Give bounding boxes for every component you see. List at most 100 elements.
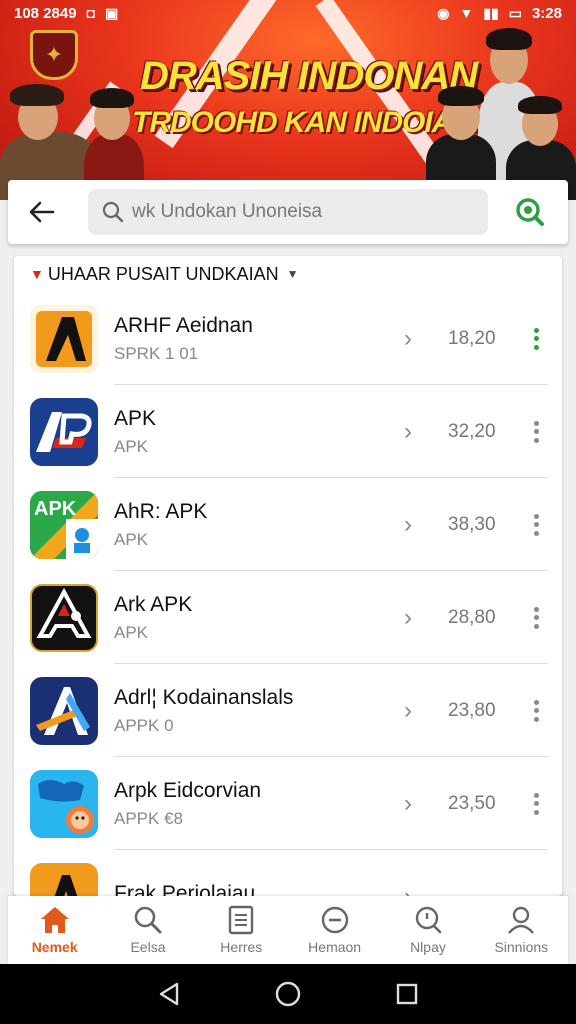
bottom-navigation: Nemek Eelsa Herres Hemaon Nlpay Sinnions xyxy=(8,896,568,964)
nav-profile[interactable]: Sinnions xyxy=(476,905,566,955)
more-options-button[interactable] xyxy=(526,324,546,354)
signal-icon: ▮▮ xyxy=(483,4,499,21)
home-circle-icon[interactable] xyxy=(274,980,302,1008)
app-title: ARHF Aeidnan xyxy=(114,313,253,337)
app-icon: APK xyxy=(30,490,98,559)
list-item[interactable]: Adrl¦ Kodainanslals APPK 0 › 23,80 xyxy=(14,664,562,757)
app-size: 32,20 xyxy=(448,420,496,442)
garuda-emblem: ✦ xyxy=(30,30,78,80)
cartoon-character-icon xyxy=(30,769,98,838)
status-bar: 108 2849 ◘ ▣ ◉ ▼ ▮▮ ▭ 3:28 xyxy=(0,0,576,26)
nav-label: Nemek xyxy=(31,939,78,955)
a-letter-icon xyxy=(30,304,98,373)
back-button[interactable] xyxy=(22,192,62,232)
app-list: ▼ UHAAR PUSAIT UNDKAIAN ▼ ARHF Aeidnan S… xyxy=(14,256,562,896)
svg-text:APK: APK xyxy=(34,498,77,520)
chevron-right-icon: › xyxy=(404,603,412,631)
nav-documents[interactable]: Herres xyxy=(196,905,286,955)
document-icon xyxy=(229,905,254,935)
arrow-left-icon xyxy=(29,201,55,223)
profile-icon xyxy=(508,906,535,934)
nav-label: Herres xyxy=(220,939,263,955)
magnifier-icon xyxy=(415,906,442,934)
chevron-down-icon: ▼ xyxy=(286,267,299,281)
message-icon: ▣ xyxy=(105,4,119,21)
alarm-icon: ◉ xyxy=(437,4,450,21)
app-subtitle: APPK €8 xyxy=(114,808,183,828)
app-subtitle: APK xyxy=(114,529,149,549)
more-options-button[interactable] xyxy=(526,603,546,633)
app-subtitle: APPK 0 xyxy=(114,715,174,735)
ap-letters-icon xyxy=(36,411,92,452)
back-triangle-icon[interactable] xyxy=(157,981,181,1007)
chevron-right-icon: › xyxy=(404,417,412,445)
app-size: 28,80 xyxy=(448,606,496,628)
promo-banner[interactable]: 108 2849 ◘ ▣ ◉ ▼ ▮▮ ▭ 3:28 ✦ DRASIH INDO… xyxy=(0,0,576,200)
nav-home[interactable]: Nemek xyxy=(10,905,100,955)
app-icon xyxy=(30,397,98,466)
nav-label: Eelsa xyxy=(130,939,166,955)
app-icon xyxy=(30,862,98,896)
list-item[interactable]: ARHF Aeidnan SPRK 1 01 › 18,20 xyxy=(14,292,562,385)
app-subtitle: APK xyxy=(114,436,149,456)
chevron-right-icon: › xyxy=(404,324,412,352)
minus-circle-icon xyxy=(321,906,348,934)
app-size: 18,20 xyxy=(448,327,496,349)
search-bar xyxy=(8,180,568,244)
home-icon xyxy=(40,907,69,933)
battery-icon: ▭ xyxy=(508,4,522,21)
chevron-right-icon: › xyxy=(404,696,412,724)
search-icon xyxy=(134,906,162,934)
search-field[interactable] xyxy=(88,189,488,235)
list-item[interactable]: Ark APK APK › 28,80 xyxy=(14,571,562,664)
nav-label: Hemaon xyxy=(308,939,362,955)
app-size: 23,80 xyxy=(448,699,496,721)
list-item[interactable]: APK AhR: APK APK › 38,30 xyxy=(14,478,562,571)
notification-icon: ◘ xyxy=(86,5,96,21)
a-arrow-icon xyxy=(36,686,90,735)
list-item[interactable]: APK APK › 32,20 xyxy=(14,385,562,478)
search-icon xyxy=(516,198,544,226)
list-item[interactable]: Arpk Eidcorvian APPK €8 › 23,50 xyxy=(14,757,562,850)
app-size: 23,50 xyxy=(448,792,496,814)
more-options-button[interactable] xyxy=(526,510,546,540)
a-emblem-icon xyxy=(36,587,92,638)
list-item[interactable]: Frak Periolaiau › xyxy=(14,850,562,896)
wifi-icon: ▼ xyxy=(459,5,474,21)
app-icon xyxy=(30,769,98,838)
nav-search[interactable]: Eelsa xyxy=(103,905,193,955)
app-icon xyxy=(30,676,98,745)
app-title: Frak Periolaiau xyxy=(114,881,256,897)
chevron-right-icon: › xyxy=(404,789,412,817)
apk-label-icon: APK xyxy=(30,490,98,559)
app-title: Ark APK xyxy=(114,592,193,616)
nav-label: Sinnions xyxy=(494,939,549,955)
app-title: AhR: APK xyxy=(114,499,208,523)
flag-icon: ▼ xyxy=(30,266,44,282)
chevron-right-icon: › xyxy=(404,510,412,538)
nav-minus[interactable]: Hemaon xyxy=(290,905,380,955)
app-icon xyxy=(30,583,98,652)
app-title: Adrl¦ Kodainanslals xyxy=(114,685,294,709)
chevron-right-icon: › xyxy=(404,882,412,897)
system-navigation-bar xyxy=(0,964,576,1024)
nav-label: Nlpay xyxy=(410,939,446,955)
search-input[interactable] xyxy=(132,201,472,223)
app-subtitle: SPRK 1 01 xyxy=(114,343,199,363)
app-icon xyxy=(30,304,98,373)
app-subtitle: APK xyxy=(114,622,149,642)
app-size: 38,30 xyxy=(448,513,496,535)
app-title: Arpk Eidcorvian xyxy=(114,778,262,802)
list-header-label: UHAAR PUSAIT UNDKAIAN xyxy=(47,263,279,284)
list-header[interactable]: ▼ UHAAR PUSAIT UNDKAIAN ▼ xyxy=(14,256,562,292)
search-button[interactable] xyxy=(510,192,550,232)
more-options-button[interactable] xyxy=(526,696,546,726)
nav-pay[interactable]: Nlpay xyxy=(383,905,473,955)
more-options-button[interactable] xyxy=(526,789,546,819)
more-options-button[interactable] xyxy=(526,417,546,447)
status-time-right: 3:28 xyxy=(531,4,562,22)
a-letter-icon xyxy=(54,874,78,896)
recents-square-icon[interactable] xyxy=(395,982,419,1006)
status-time-left: 108 2849 xyxy=(14,4,77,22)
search-icon xyxy=(102,201,124,223)
